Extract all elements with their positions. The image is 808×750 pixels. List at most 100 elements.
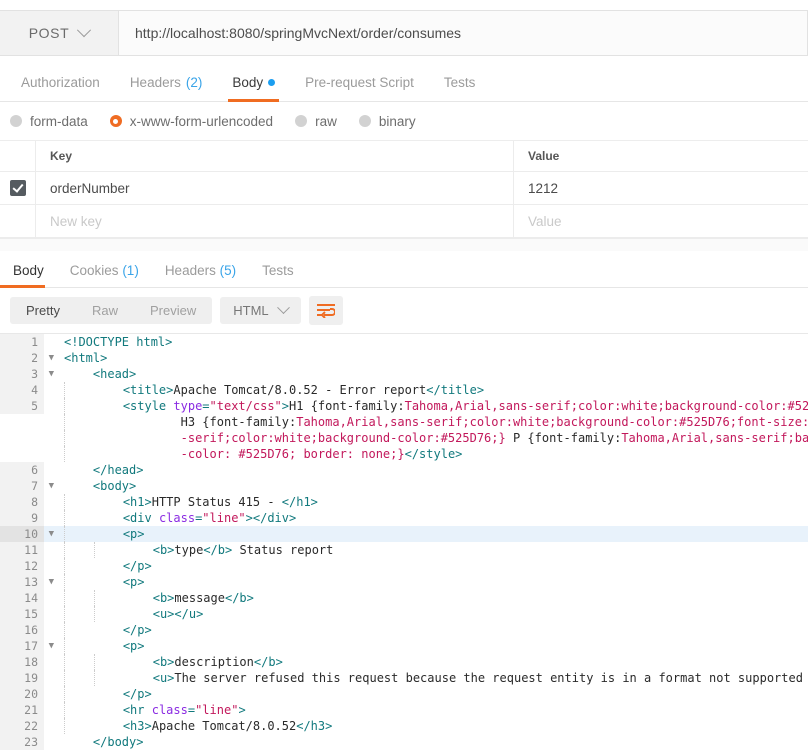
table-row[interactable]: orderNumber 1212 xyxy=(0,172,808,205)
radio-unchecked-icon[interactable] xyxy=(10,115,22,127)
radio-unchecked-icon[interactable] xyxy=(295,115,307,127)
row-checkbox-cell[interactable] xyxy=(0,172,36,204)
code-line[interactable]: 22 <h3>Apache Tomcat/8.0.52</h3> xyxy=(0,718,808,734)
code-line-number: 8 xyxy=(0,494,44,510)
code-fold-toggle-icon[interactable]: ▼ xyxy=(49,366,54,382)
radio-unchecked-icon[interactable] xyxy=(359,115,371,127)
view-mode-pretty[interactable]: Pretty xyxy=(10,297,76,324)
chevron-down-icon xyxy=(77,23,91,37)
http-method-label: POST xyxy=(29,25,70,41)
code-line-number: 11 xyxy=(0,542,44,558)
radio-checked-icon[interactable] xyxy=(110,115,122,127)
new-param-value-input[interactable]: Value xyxy=(514,205,808,237)
code-line[interactable]: 6 </head> xyxy=(0,462,808,478)
body-type-radio-binary[interactable]: binary xyxy=(359,114,416,129)
code-line[interactable]: 15 <u></u> xyxy=(0,606,808,622)
request-tab-body[interactable]: Body xyxy=(217,75,290,101)
body-type-radio-x-www-form-urlencoded[interactable]: x-www-form-urlencoded xyxy=(110,114,273,129)
code-line[interactable]: 20 </p> xyxy=(0,686,808,702)
request-tab-pre-request-script[interactable]: Pre-request Script xyxy=(290,75,429,101)
code-line[interactable]: 3▼ <head> xyxy=(0,366,808,382)
code-line-text: <head> xyxy=(44,366,808,382)
code-line[interactable]: 13▼ <p> xyxy=(0,574,808,590)
body-type-radio-group: form-data x-www-form-urlencoded raw binary xyxy=(0,102,808,141)
response-format-dropdown[interactable]: HTML xyxy=(220,297,300,324)
code-fold-toggle-icon[interactable]: ▼ xyxy=(49,574,54,590)
row-checkbox-cell[interactable] xyxy=(0,205,36,237)
code-line[interactable]: 17▼ <p> xyxy=(0,638,808,654)
code-line[interactable]: -color: #525D76; border: none;}</style> xyxy=(0,446,808,462)
code-fold-toggle-icon[interactable]: ▼ xyxy=(49,350,54,366)
param-key-input[interactable]: orderNumber xyxy=(36,172,514,204)
request-tab-tests[interactable]: Tests xyxy=(429,75,491,101)
request-tab-bar: AuthorizationHeaders(2)BodyPre-request S… xyxy=(0,56,808,102)
response-tab-tests[interactable]: Tests xyxy=(249,263,307,287)
code-line-number: 5 xyxy=(0,398,44,414)
code-line[interactable]: H3 {font-family:Tahoma,Arial,sans-serif;… xyxy=(0,414,808,430)
checkbox-checked-icon[interactable] xyxy=(10,180,26,196)
request-url-bar: POST http://localhost:8080/springMvcNext… xyxy=(0,10,808,56)
code-line-number: 14 xyxy=(0,590,44,606)
code-line[interactable]: 16 </p> xyxy=(0,622,808,638)
code-line-number: 12 xyxy=(0,558,44,574)
code-fold-toggle-icon[interactable]: ▼ xyxy=(49,638,54,654)
code-line[interactable]: -serif;color:white;background-color:#525… xyxy=(0,430,808,446)
code-line-number: 18 xyxy=(0,654,44,670)
http-method-dropdown[interactable]: POST xyxy=(0,11,119,55)
code-line[interactable]: 10▼ <p> xyxy=(0,526,808,542)
code-line-number: 16 xyxy=(0,622,44,638)
word-wrap-button[interactable] xyxy=(309,296,343,325)
code-line-text: <!DOCTYPE html> xyxy=(44,334,808,350)
body-type-label: raw xyxy=(315,114,337,129)
view-mode-raw[interactable]: Raw xyxy=(76,297,134,324)
code-line[interactable]: 5 <style type="text/css">H1 {font-family… xyxy=(0,398,808,414)
response-tab-body[interactable]: Body xyxy=(0,263,57,287)
request-url-input[interactable]: http://localhost:8080/springMvcNext/orde… xyxy=(119,11,807,55)
code-line-text: <div class="line"></div> xyxy=(44,510,808,526)
code-line-text: <u>The server refused this request becau… xyxy=(44,670,808,686)
code-line-text: </p> xyxy=(44,686,808,702)
code-line[interactable]: 4 <title>Apache Tomcat/8.0.52 - Error re… xyxy=(0,382,808,398)
code-fold-toggle-icon[interactable]: ▼ xyxy=(49,478,54,494)
code-line[interactable]: 8 <h1>HTTP Status 415 - </h1> xyxy=(0,494,808,510)
new-param-key-input[interactable]: New key xyxy=(36,205,514,237)
code-line-number: 21 xyxy=(0,702,44,718)
request-tab-headers[interactable]: Headers(2) xyxy=(115,75,218,101)
code-line-number: 23 xyxy=(0,734,44,750)
code-line-number: 1 xyxy=(0,334,44,350)
view-mode-preview[interactable]: Preview xyxy=(134,297,212,324)
code-line[interactable]: 1<!DOCTYPE html> xyxy=(0,334,808,350)
code-line[interactable]: 21 <hr class="line"> xyxy=(0,702,808,718)
param-value-input[interactable]: 1212 xyxy=(514,172,808,204)
code-line[interactable]: 2▼<html> xyxy=(0,350,808,366)
column-header-key: Key xyxy=(36,141,514,171)
request-tab-authorization[interactable]: Authorization xyxy=(6,75,115,101)
body-type-label: x-www-form-urlencoded xyxy=(130,114,273,129)
view-mode-segmented-control: PrettyRawPreview xyxy=(10,297,212,324)
response-tab-headers[interactable]: Headers (5) xyxy=(152,263,249,287)
code-line-number: 15 xyxy=(0,606,44,622)
code-line-text: <html> xyxy=(44,350,808,366)
code-line-text: -serif;color:white;background-color:#525… xyxy=(44,430,808,446)
code-line-text: <p> xyxy=(44,638,808,654)
code-line-text: <style type="text/css">H1 {font-family:T… xyxy=(44,398,808,414)
code-line[interactable]: 12 </p> xyxy=(0,558,808,574)
response-tab-cookies[interactable]: Cookies (1) xyxy=(57,263,152,287)
body-modified-dot-icon xyxy=(268,79,275,86)
code-fold-toggle-icon[interactable]: ▼ xyxy=(49,526,54,542)
body-type-label: binary xyxy=(379,114,416,129)
code-line[interactable]: 7▼ <body> xyxy=(0,478,808,494)
code-line[interactable]: 18 <b>description</b> xyxy=(0,654,808,670)
table-row[interactable]: New key Value xyxy=(0,205,808,238)
body-type-radio-form-data[interactable]: form-data xyxy=(10,114,88,129)
body-type-radio-raw[interactable]: raw xyxy=(295,114,337,129)
code-line[interactable]: 19 <u>The server refused this request be… xyxy=(0,670,808,686)
response-tab-label: Cookies xyxy=(70,263,119,278)
code-line[interactable]: 11 <b>type</b> Status report xyxy=(0,542,808,558)
response-body-code-viewer[interactable]: 1<!DOCTYPE html>2▼<html>3▼ <head>4 <titl… xyxy=(0,333,808,750)
code-line[interactable]: 9 <div class="line"></div> xyxy=(0,510,808,526)
code-line-number: 10▼ xyxy=(0,526,44,542)
code-line[interactable]: 14 <b>message</b> xyxy=(0,590,808,606)
code-line[interactable]: 23 </body> xyxy=(0,734,808,750)
request-tab-count: (2) xyxy=(186,75,203,90)
